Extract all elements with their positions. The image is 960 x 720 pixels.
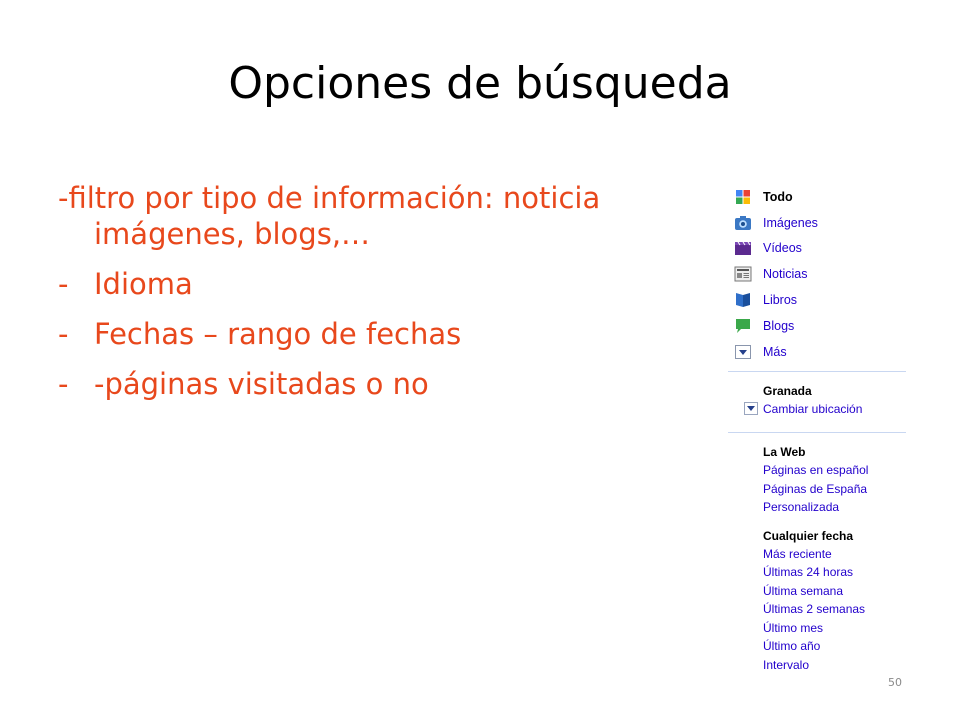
- bullet-item: - Fechas – rango de fechas: [58, 316, 718, 352]
- type-item-mas[interactable]: Más: [734, 339, 910, 365]
- location-heading: Granada: [763, 383, 812, 398]
- type-item-todo[interactable]: Todo: [734, 184, 910, 210]
- panel-divider: [728, 370, 906, 372]
- bullet-dash: -: [58, 267, 69, 301]
- chevron-down-icon[interactable]: [744, 402, 758, 416]
- film-icon: [734, 240, 752, 256]
- web-option-espana[interactable]: Páginas de España: [763, 480, 910, 499]
- web-section: La Web Páginas en español Páginas de Esp…: [734, 443, 910, 517]
- dropdown-arrow-icon: [734, 344, 752, 360]
- date-option[interactable]: Último mes: [763, 619, 910, 638]
- newspaper-icon: [734, 266, 752, 282]
- type-label: Imágenes: [763, 215, 818, 230]
- search-options-panel: Todo Imágenes Vídeos Noticias Libros Blo…: [728, 184, 910, 675]
- type-label: Más: [763, 344, 787, 359]
- type-label: Noticias: [763, 267, 808, 282]
- type-label: Blogs: [763, 318, 795, 333]
- web-heading: La Web: [763, 445, 806, 460]
- date-heading: Cualquier fecha: [763, 528, 854, 543]
- date-option[interactable]: Más reciente: [763, 545, 910, 564]
- type-item-noticias[interactable]: Noticias: [734, 261, 910, 287]
- bullet-lead: -filtro por tipo de información: noticia…: [58, 181, 601, 251]
- change-location-link[interactable]: Cambiar ubicación: [763, 400, 862, 419]
- bullet-text: Fechas – rango de fechas: [94, 317, 462, 351]
- bullet-dash: -: [58, 367, 69, 401]
- bullet-text: Idioma: [94, 267, 193, 301]
- date-option[interactable]: Últimas 2 semanas: [763, 600, 910, 619]
- page-number: 50: [888, 676, 902, 689]
- type-item-imagenes[interactable]: Imágenes: [734, 210, 910, 236]
- bullet-list: -filtro por tipo de información: noticia…: [58, 180, 718, 416]
- slide-title: Opciones de búsqueda: [228, 58, 732, 109]
- date-option[interactable]: Intervalo: [763, 656, 910, 675]
- type-item-videos[interactable]: Vídeos: [734, 236, 910, 262]
- date-option[interactable]: Últimas 24 horas: [763, 563, 910, 582]
- bullet-dash: -: [58, 317, 69, 351]
- date-section: Cualquier fecha Más reciente Últimas 24 …: [734, 527, 910, 675]
- type-label: Vídeos: [763, 241, 802, 256]
- web-option-personalizada[interactable]: Personalizada: [763, 498, 910, 517]
- speech-bubble-icon: [734, 318, 752, 334]
- bullet-item: - Idioma: [58, 266, 718, 302]
- date-option[interactable]: Último año: [763, 637, 910, 656]
- web-option-espanol[interactable]: Páginas en español: [763, 461, 910, 480]
- google-logo-icon: [734, 189, 752, 205]
- type-label: Todo: [763, 189, 793, 204]
- type-item-libros[interactable]: Libros: [734, 287, 910, 313]
- book-icon: [734, 292, 752, 308]
- type-label: Libros: [763, 293, 798, 308]
- bullet-text: -páginas visitadas o no: [94, 367, 429, 401]
- date-option[interactable]: Última semana: [763, 582, 910, 601]
- panel-divider: [728, 432, 906, 434]
- change-location-row[interactable]: Cambiar ubicación: [744, 400, 910, 419]
- location-section: Granada Cambiar ubicación: [734, 382, 910, 419]
- camera-icon: [734, 215, 752, 231]
- bullet-item: - -páginas visitadas o no: [58, 366, 718, 402]
- type-item-blogs[interactable]: Blogs: [734, 313, 910, 339]
